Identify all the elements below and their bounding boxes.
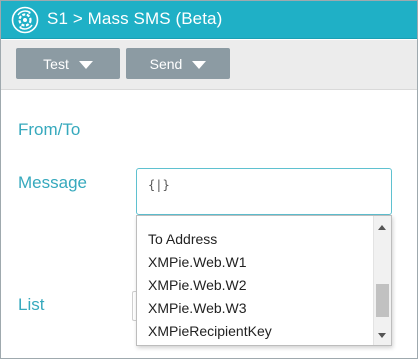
chevron-down-icon — [192, 60, 207, 69]
dropdown-item[interactable]: XMPie.Web.W2 — [137, 274, 373, 297]
page-title: S1 > Mass SMS (Beta) — [47, 9, 223, 28]
send-button-label: Send — [149, 55, 183, 72]
dropdown-item[interactable]: XMPieRecipientKey — [137, 320, 373, 343]
test-button-label: Test — [43, 55, 69, 72]
chevron-down-icon — [78, 60, 93, 69]
gear-cycle-icon — [11, 6, 39, 34]
sms-window: S1 > Mass SMS (Beta) Test Send From/To M… — [0, 0, 418, 359]
scrollbar-thumb[interactable] — [376, 284, 389, 317]
message-label: Message — [18, 173, 87, 192]
toolbar: Test Send — [1, 40, 417, 90]
insert-field-button[interactable]: {|} — [148, 178, 170, 192]
scroll-down-icon[interactable] — [378, 333, 386, 338]
title-bar: S1 > Mass SMS (Beta) — [1, 1, 417, 39]
test-button[interactable]: Test — [16, 48, 120, 79]
scroll-up-icon[interactable] — [378, 225, 386, 230]
dropdown-item[interactable]: XMPie.Web.W1 — [137, 251, 373, 274]
send-button[interactable]: Send — [126, 48, 230, 79]
field-dropdown[interactable]: To Address XMPie.Web.W1 XMPie.Web.W2 XMP… — [136, 215, 392, 346]
dropdown-scrollbar[interactable] — [373, 216, 391, 345]
message-input[interactable]: {|} — [136, 168, 392, 215]
dropdown-item[interactable]: To Address — [137, 228, 373, 251]
from-to-label: From/To — [18, 120, 81, 139]
list-label: List — [18, 295, 45, 314]
dropdown-item[interactable]: XMPie.Web.W3 — [137, 297, 373, 320]
dropdown-list: To Address XMPie.Web.W1 XMPie.Web.W2 XMP… — [137, 228, 373, 343]
